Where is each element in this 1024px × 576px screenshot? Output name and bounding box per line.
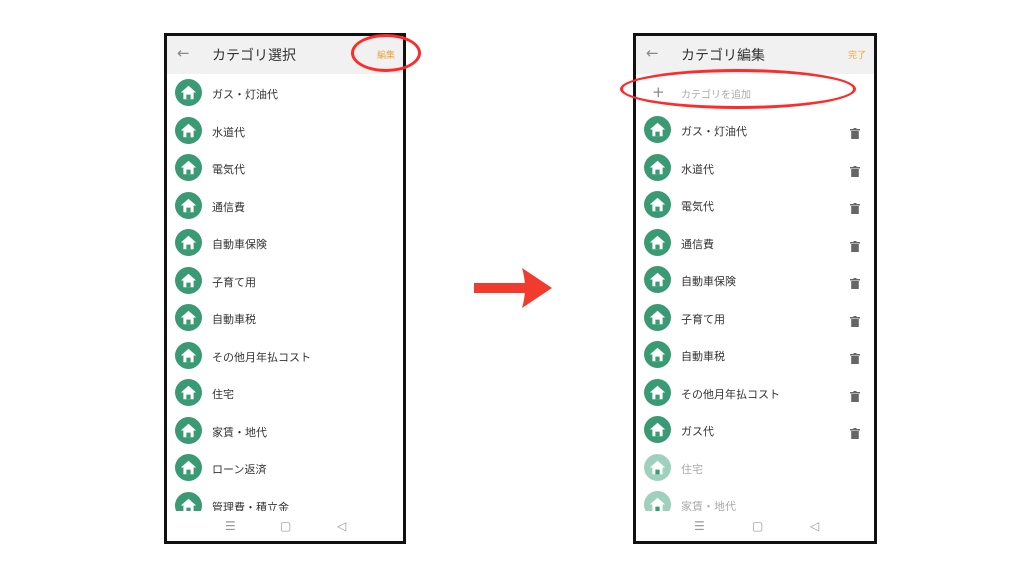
category-edit-screen: ← カテゴリ編集 完了 + カテゴリを追加 ガス・灯油代 水道代 電気代 通信費 自動車…: [633, 33, 877, 544]
category-label: その他月年払コスト: [212, 350, 311, 364]
category-list: ガス・灯油代 水道代電気代通信費自動車保険子育て用自動車税その他月年払コスト ガス代…: [636, 111, 874, 524]
category-label: 電気代: [681, 200, 714, 213]
back-arrow-icon[interactable]: ←: [177, 44, 190, 62]
arrow-right-icon: [474, 268, 552, 308]
page-title: カテゴリ選択: [212, 48, 296, 64]
category-row[interactable]: 通信費: [636, 224, 874, 262]
home-icon: [644, 416, 671, 443]
home-icon: [644, 303, 671, 331]
category-label: 水道代: [212, 125, 245, 139]
category-label: 水道代: [681, 162, 714, 176]
category-row[interactable]: 住宅: [167, 374, 403, 412]
category-row[interactable]: 子育て用: [167, 262, 403, 300]
back-arrow-icon[interactable]: ←: [646, 44, 659, 62]
home-icon: [644, 266, 671, 293]
home-icon: [644, 228, 671, 256]
home-icon: [644, 116, 671, 143]
category-row[interactable]: ローン返済: [167, 449, 403, 487]
category-label: 家賃・地代: [212, 425, 267, 439]
home-icon: [175, 379, 202, 406]
home-nav-icon[interactable]: ▢: [280, 519, 291, 533]
category-row[interactable]: 子育て用: [636, 299, 874, 337]
menu-icon[interactable]: ☰: [225, 519, 236, 533]
home-icon: [175, 154, 202, 181]
category-label: 通信費: [212, 200, 245, 214]
category-row[interactable]: ガス・灯油代: [636, 111, 874, 149]
category-row[interactable]: 水道代: [167, 112, 403, 150]
category-label: ガス・灯油代: [212, 88, 278, 101]
trash-icon[interactable]: [850, 162, 860, 177]
category-row[interactable]: 電気代: [636, 186, 874, 224]
category-label: ローン返済: [212, 463, 267, 476]
trash-icon[interactable]: [850, 237, 860, 252]
category-select-screen: ← カテゴリ選択 編集 ガス・灯油代 水道代 電気代 通信費 自動車保険 子育て用 自動車税…: [164, 33, 406, 544]
category-row[interactable]: 水道代: [636, 149, 874, 187]
category-row[interactable]: ガス・灯油代: [167, 74, 403, 112]
category-label: 自動車税: [212, 313, 256, 326]
home-icon: [644, 153, 671, 181]
home-icon: [175, 116, 202, 144]
trash-icon[interactable]: [850, 274, 860, 289]
home-icon: [644, 378, 671, 406]
highlight-circle-edit: [351, 34, 421, 72]
trash-icon[interactable]: [850, 124, 860, 139]
home-icon: [644, 453, 671, 481]
category-label: 通信費: [681, 237, 714, 251]
page-title: カテゴリ編集: [681, 48, 765, 64]
category-row[interactable]: その他月年払コスト: [636, 374, 874, 412]
highlight-circle-add: [620, 69, 856, 109]
trash-icon[interactable]: [850, 424, 860, 439]
home-icon: [175, 191, 202, 219]
menu-icon[interactable]: ☰: [694, 519, 705, 533]
category-label: ガス代: [681, 425, 714, 438]
home-icon: [175, 229, 202, 256]
category-label: 子育て用: [681, 312, 725, 326]
home-icon: [175, 266, 202, 294]
category-label: ガス・灯油代: [681, 125, 747, 138]
home-nav-icon[interactable]: ▢: [752, 519, 763, 533]
home-icon: [175, 454, 202, 481]
category-label: 自動車税: [681, 350, 725, 363]
home-icon: [175, 79, 202, 106]
category-label: 自動車保険: [681, 275, 736, 288]
back-nav-icon[interactable]: ◁: [337, 519, 346, 533]
category-label: 電気代: [212, 163, 245, 176]
home-icon: [644, 341, 671, 368]
category-label: 住宅: [681, 462, 703, 476]
category-list: ガス・灯油代 水道代電気代通信費自動車保険子育て用自動車税その他月年払コスト 住宅家…: [167, 74, 403, 524]
category-label: その他月年払コスト: [681, 387, 780, 401]
category-label: 子育て用: [212, 275, 256, 289]
home-icon: [644, 191, 671, 218]
category-row[interactable]: 住宅: [636, 449, 874, 487]
trash-icon[interactable]: [850, 349, 860, 364]
category-label: 住宅: [212, 388, 234, 401]
category-row[interactable]: 通信費: [167, 187, 403, 225]
category-row[interactable]: 家賃・地代: [167, 412, 403, 450]
category-row[interactable]: 自動車保険: [636, 261, 874, 299]
category-row[interactable]: 自動車保険: [167, 224, 403, 262]
category-row[interactable]: 電気代: [167, 149, 403, 187]
category-row[interactable]: 自動車税: [636, 336, 874, 374]
home-icon: [175, 341, 202, 369]
home-icon: [175, 304, 202, 331]
category-row[interactable]: ガス代: [636, 411, 874, 449]
done-button[interactable]: 完了: [848, 48, 866, 61]
trash-icon[interactable]: [850, 387, 860, 402]
back-nav-icon[interactable]: ◁: [810, 519, 819, 533]
home-icon: [175, 416, 202, 444]
category-label: 自動車保険: [212, 238, 267, 251]
trash-icon[interactable]: [850, 199, 860, 214]
category-row[interactable]: その他月年払コスト: [167, 337, 403, 375]
system-nav-bar: ☰ ▢ ◁: [167, 511, 403, 541]
system-nav-bar: ☰ ▢ ◁: [636, 511, 874, 541]
trash-icon[interactable]: [850, 312, 860, 327]
category-row[interactable]: 自動車税: [167, 299, 403, 337]
